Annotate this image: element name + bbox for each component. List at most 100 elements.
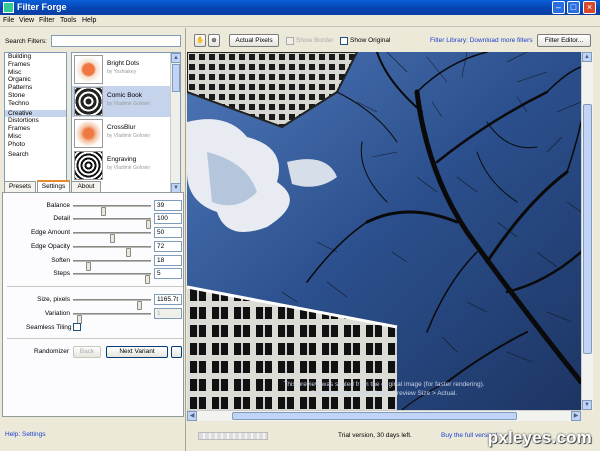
filter-name: Bright Dots [107,60,140,67]
back-button[interactable]: Back [73,346,101,358]
filter-author: by Yoshiakey [107,69,137,75]
scroll-thumb[interactable] [232,412,517,420]
hand-tool-icon[interactable]: ✋ [194,34,206,47]
scroll-left-icon[interactable]: ◀ [187,411,197,421]
param-label: Steps [53,270,70,277]
preview-horizontal-scrollbar[interactable]: ◀ ▶ [187,410,581,421]
scroll-up-icon[interactable]: ▲ [582,52,592,62]
tab-settings[interactable]: Settings [37,180,70,192]
randomizer-label: Randomizer [34,348,70,355]
maximize-icon[interactable]: □ [567,1,580,14]
scroll-thumb[interactable] [172,64,180,92]
filter-name: CrossBlur [107,124,136,131]
param-value-input[interactable]: 5 [154,268,182,279]
slider-knob[interactable] [145,275,150,284]
status-bar: Trial version, 30 days left. Buy the ful… [188,422,600,451]
zoom-icon[interactable]: ⊕ [208,34,220,47]
category-item[interactable]: Misc [5,133,66,141]
filter-editor-button[interactable]: Filter Editor... [537,34,591,47]
window-title: Filter Forge [17,2,67,12]
preview-image[interactable]: This preview was scaled from the origina… [187,52,581,410]
param-row-edge-amount: Edge Amount 50 [3,227,185,243]
menu-file[interactable]: File [3,17,14,24]
param-value-input[interactable]: 72 [154,241,182,252]
close-icon[interactable]: × [583,1,596,14]
filter-thumbnail [74,119,103,148]
slider-track[interactable] [73,313,151,324]
category-item[interactable]: Search [5,151,66,159]
menu-bar: File View Filter Tools Help [0,15,600,27]
size-value-input[interactable]: 1165.7t [154,294,182,305]
search-label: Search Filters: [5,38,47,45]
param-value-input[interactable]: 39 [154,200,182,211]
scroll-right-icon[interactable]: ▶ [571,411,581,421]
category-item-selected[interactable]: Creative [5,109,66,118]
tab-presets[interactable]: Presets [4,181,36,192]
param-row-steps: Steps 5 [3,268,185,284]
minimize-icon[interactable]: – [552,1,565,14]
scroll-down-icon[interactable]: ▼ [582,400,592,410]
menu-help[interactable]: Help [82,17,96,24]
filter-item[interactable]: Engraving by Vladimir Golovin [72,150,170,181]
filter-item-selected[interactable]: Comic Book by Vladimir Golovin [72,86,170,117]
param-label: Soften [51,257,70,264]
param-value-input[interactable]: 100 [154,213,182,224]
category-item[interactable]: Building [5,53,66,61]
next-variant-button[interactable]: Next Variant [106,346,168,358]
slider-track[interactable] [73,299,151,310]
slider-track[interactable] [73,232,151,243]
filter-list-scrollbar[interactable]: ▲ ▼ [170,53,180,193]
param-value-input[interactable]: 50 [154,227,182,238]
randomizer-options-button[interactable] [171,346,182,358]
category-item[interactable]: Stone [5,92,66,100]
slider-track[interactable] [73,273,151,284]
app-icon [3,2,14,13]
seamless-tiling-checkbox[interactable] [73,323,81,331]
param-row-variation: Variation 1 [3,308,185,324]
title-bar: Filter Forge – □ × [0,0,600,15]
slider-track[interactable] [73,246,151,257]
category-item[interactable]: Misc [5,69,66,77]
param-label: Variation [44,310,70,317]
menu-filter[interactable]: Filter [39,17,55,24]
tab-about[interactable]: About [71,181,101,192]
help-settings-link[interactable]: Help: Settings [5,431,45,438]
show-border-checkbox[interactable] [286,37,294,45]
category-item[interactable]: Photo [5,141,66,149]
show-original-label: Show Original [350,37,391,44]
param-label: Size, pixels [37,296,70,303]
param-value-input[interactable]: 18 [154,255,182,266]
param-label: Balance [46,202,71,209]
slider-track[interactable] [73,205,151,216]
slider-track[interactable] [73,218,151,229]
scroll-up-icon[interactable]: ▲ [171,53,180,63]
param-label: Edge Amount [30,229,70,236]
variation-value-input[interactable]: 1 [154,308,182,319]
filter-author: by Vladimir Golovin [107,165,151,171]
filter-thumbnail [74,87,103,116]
menu-tools[interactable]: Tools [60,17,76,24]
filter-library-link[interactable]: Filter Library: Download more filters [430,37,533,44]
trial-status: Trial version, 30 days left. [338,432,412,439]
category-item[interactable]: Frames [5,61,66,69]
param-row-edge-opacity: Edge Opacity 72 [3,241,185,257]
category-item[interactable]: Patterns [5,84,66,92]
search-input[interactable] [51,35,181,47]
preview-toolbar: ✋ ⊕ Actual Pixels Show Border Show Origi… [188,28,600,52]
category-item[interactable]: Organic [5,76,66,84]
actual-pixels-button[interactable]: Actual Pixels [229,34,279,47]
category-item[interactable]: Distortions [5,117,66,125]
filter-item[interactable]: Bright Dots by Yoshiakey [72,54,170,85]
category-item[interactable]: Techno [5,100,66,108]
filter-item[interactable]: CrossBlur by Vladimir Golovin [72,118,170,149]
preview-vertical-scrollbar[interactable]: ▲ ▼ [581,52,593,410]
menu-view[interactable]: View [19,17,34,24]
category-item[interactable]: Frames [5,125,66,133]
scroll-thumb[interactable] [583,104,592,354]
slider-track[interactable] [73,260,151,271]
param-label: Edge Opacity [30,243,70,250]
show-original-checkbox[interactable] [340,37,348,45]
divider [7,338,183,339]
preview-artwork [187,52,581,410]
pxleyes-watermark: pxleyes.com [487,428,592,447]
